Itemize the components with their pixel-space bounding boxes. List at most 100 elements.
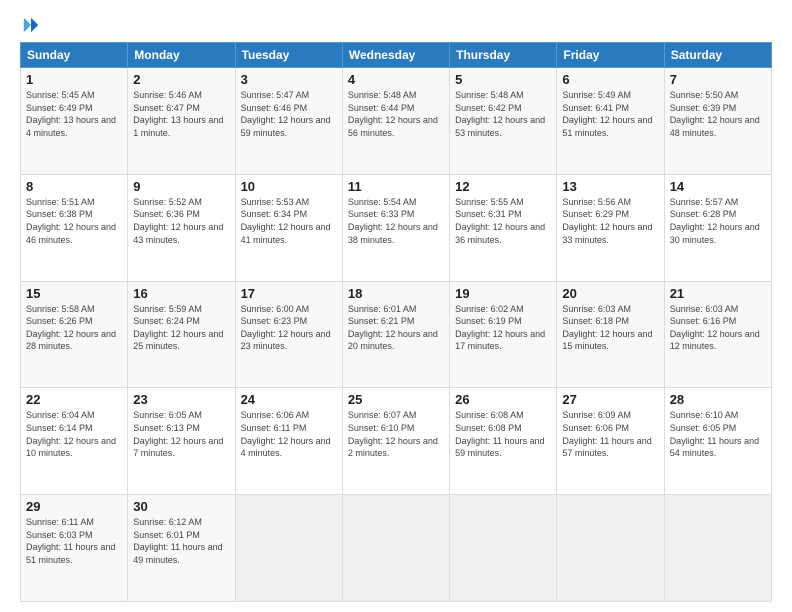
day-info: Sunrise: 6:11 AMSunset: 6:03 PMDaylight:…	[26, 516, 122, 566]
calendar-cell: 5 Sunrise: 5:48 AMSunset: 6:42 PMDaylight…	[450, 68, 557, 175]
day-info: Sunrise: 6:09 AMSunset: 6:06 PMDaylight:…	[562, 409, 658, 459]
calendar-cell: 26 Sunrise: 6:08 AMSunset: 6:08 PMDayligh…	[450, 388, 557, 495]
calendar-week-row: 29 Sunrise: 6:11 AMSunset: 6:03 PMDayligh…	[21, 495, 772, 602]
day-info: Sunrise: 6:05 AMSunset: 6:13 PMDaylight:…	[133, 409, 229, 459]
day-number: 7	[670, 72, 766, 87]
day-info: Sunrise: 6:07 AMSunset: 6:10 PMDaylight:…	[348, 409, 444, 459]
day-number: 9	[133, 179, 229, 194]
day-info: Sunrise: 6:03 AMSunset: 6:16 PMDaylight:…	[670, 303, 766, 353]
header-row: SundayMondayTuesdayWednesdayThursdayFrid…	[21, 43, 772, 68]
page: SundayMondayTuesdayWednesdayThursdayFrid…	[0, 0, 792, 612]
day-number: 21	[670, 286, 766, 301]
calendar-cell	[235, 495, 342, 602]
day-number: 2	[133, 72, 229, 87]
calendar-cell: 29 Sunrise: 6:11 AMSunset: 6:03 PMDayligh…	[21, 495, 128, 602]
day-number: 22	[26, 392, 122, 407]
calendar-cell	[664, 495, 771, 602]
calendar-cell: 10Sunrise: 5:53 AMSunset: 6:34 PMDayligh…	[235, 174, 342, 281]
day-info: Sunrise: 6:02 AMSunset: 6:19 PMDaylight:…	[455, 303, 551, 353]
day-info: Sunrise: 5:49 AMSunset: 6:41 PMDaylight:…	[562, 89, 658, 139]
day-info: Sunrise: 5:59 AMSunset: 6:24 PMDaylight:…	[133, 303, 229, 353]
day-number: 16	[133, 286, 229, 301]
calendar-cell: 19 Sunrise: 6:02 AMSunset: 6:19 PMDayligh…	[450, 281, 557, 388]
day-info: Sunrise: 6:00 AMSunset: 6:23 PMDaylight:…	[241, 303, 337, 353]
calendar-cell: 22 Sunrise: 6:04 AMSunset: 6:14 PMDayligh…	[21, 388, 128, 495]
day-header: Sunday	[21, 43, 128, 68]
day-number: 30	[133, 499, 229, 514]
header	[20, 16, 772, 32]
day-info: Sunrise: 6:06 AMSunset: 6:11 PMDaylight:…	[241, 409, 337, 459]
day-header: Thursday	[450, 43, 557, 68]
day-info: Sunrise: 5:50 AMSunset: 6:39 PMDaylight:…	[670, 89, 766, 139]
day-number: 17	[241, 286, 337, 301]
day-number: 19	[455, 286, 551, 301]
calendar-table: SundayMondayTuesdayWednesdayThursdayFrid…	[20, 42, 772, 602]
day-info: Sunrise: 5:46 AMSunset: 6:47 PMDaylight:…	[133, 89, 229, 139]
calendar-cell: 28 Sunrise: 6:10 AMSunset: 6:05 PMDayligh…	[664, 388, 771, 495]
calendar-cell: 9 Sunrise: 5:52 AMSunset: 6:36 PMDaylight…	[128, 174, 235, 281]
calendar-cell	[557, 495, 664, 602]
calendar-cell: 15 Sunrise: 5:58 AMSunset: 6:26 PMDayligh…	[21, 281, 128, 388]
day-info: Sunrise: 6:12 AMSunset: 6:01 PMDaylight:…	[133, 516, 229, 566]
day-number: 26	[455, 392, 551, 407]
day-number: 4	[348, 72, 444, 87]
day-number: 25	[348, 392, 444, 407]
day-info: Sunrise: 5:57 AMSunset: 6:28 PMDaylight:…	[670, 196, 766, 246]
calendar-cell: 24Sunrise: 6:06 AMSunset: 6:11 PMDayligh…	[235, 388, 342, 495]
logo	[20, 16, 40, 32]
day-number: 5	[455, 72, 551, 87]
day-info: Sunrise: 5:56 AMSunset: 6:29 PMDaylight:…	[562, 196, 658, 246]
calendar-cell: 8 Sunrise: 5:51 AMSunset: 6:38 PMDaylight…	[21, 174, 128, 281]
day-info: Sunrise: 6:04 AMSunset: 6:14 PMDaylight:…	[26, 409, 122, 459]
day-info: Sunrise: 5:52 AMSunset: 6:36 PMDaylight:…	[133, 196, 229, 246]
calendar-cell: 1 Sunrise: 5:45 AMSunset: 6:49 PMDaylight…	[21, 68, 128, 175]
day-number: 8	[26, 179, 122, 194]
day-number: 29	[26, 499, 122, 514]
calendar-cell: 17 Sunrise: 6:00 AMSunset: 6:23 PMDayligh…	[235, 281, 342, 388]
day-number: 23	[133, 392, 229, 407]
day-info: Sunrise: 5:48 AMSunset: 6:44 PMDaylight:…	[348, 89, 444, 139]
calendar-cell	[342, 495, 449, 602]
day-header: Tuesday	[235, 43, 342, 68]
calendar-cell: 27Sunrise: 6:09 AMSunset: 6:06 PMDayligh…	[557, 388, 664, 495]
calendar-cell: 12 Sunrise: 5:55 AMSunset: 6:31 PMDayligh…	[450, 174, 557, 281]
day-number: 1	[26, 72, 122, 87]
calendar-cell: 11Sunrise: 5:54 AMSunset: 6:33 PMDayligh…	[342, 174, 449, 281]
day-number: 10	[241, 179, 337, 194]
calendar-week-row: 15 Sunrise: 5:58 AMSunset: 6:26 PMDayligh…	[21, 281, 772, 388]
calendar-cell: 2 Sunrise: 5:46 AMSunset: 6:47 PMDaylight…	[128, 68, 235, 175]
day-header: Friday	[557, 43, 664, 68]
day-header: Wednesday	[342, 43, 449, 68]
day-number: 14	[670, 179, 766, 194]
calendar-cell: 30 Sunrise: 6:12 AMSunset: 6:01 PMDayligh…	[128, 495, 235, 602]
calendar-cell: 20 Sunrise: 6:03 AMSunset: 6:18 PMDayligh…	[557, 281, 664, 388]
calendar-cell: 16 Sunrise: 5:59 AMSunset: 6:24 PMDayligh…	[128, 281, 235, 388]
day-number: 18	[348, 286, 444, 301]
day-number: 15	[26, 286, 122, 301]
day-info: Sunrise: 5:45 AMSunset: 6:49 PMDaylight:…	[26, 89, 122, 139]
day-info: Sunrise: 6:01 AMSunset: 6:21 PMDaylight:…	[348, 303, 444, 353]
calendar-cell: 21 Sunrise: 6:03 AMSunset: 6:16 PMDayligh…	[664, 281, 771, 388]
day-header: Monday	[128, 43, 235, 68]
day-number: 11	[348, 179, 444, 194]
day-number: 13	[562, 179, 658, 194]
calendar-cell: 7 Sunrise: 5:50 AMSunset: 6:39 PMDaylight…	[664, 68, 771, 175]
calendar-cell: 18 Sunrise: 6:01 AMSunset: 6:21 PMDayligh…	[342, 281, 449, 388]
day-info: Sunrise: 6:08 AMSunset: 6:08 PMDaylight:…	[455, 409, 551, 459]
logo-flag-icon	[22, 16, 40, 34]
calendar-cell: 4 Sunrise: 5:48 AMSunset: 6:44 PMDaylight…	[342, 68, 449, 175]
day-header: Saturday	[664, 43, 771, 68]
day-number: 20	[562, 286, 658, 301]
day-info: Sunrise: 6:03 AMSunset: 6:18 PMDaylight:…	[562, 303, 658, 353]
day-number: 12	[455, 179, 551, 194]
day-number: 6	[562, 72, 658, 87]
day-info: Sunrise: 5:48 AMSunset: 6:42 PMDaylight:…	[455, 89, 551, 139]
day-info: Sunrise: 5:51 AMSunset: 6:38 PMDaylight:…	[26, 196, 122, 246]
day-number: 3	[241, 72, 337, 87]
day-number: 28	[670, 392, 766, 407]
calendar-cell: 3Sunrise: 5:47 AMSunset: 6:46 PMDaylight…	[235, 68, 342, 175]
day-info: Sunrise: 6:10 AMSunset: 6:05 PMDaylight:…	[670, 409, 766, 459]
day-info: Sunrise: 5:58 AMSunset: 6:26 PMDaylight:…	[26, 303, 122, 353]
calendar-cell	[450, 495, 557, 602]
day-info: Sunrise: 5:55 AMSunset: 6:31 PMDaylight:…	[455, 196, 551, 246]
